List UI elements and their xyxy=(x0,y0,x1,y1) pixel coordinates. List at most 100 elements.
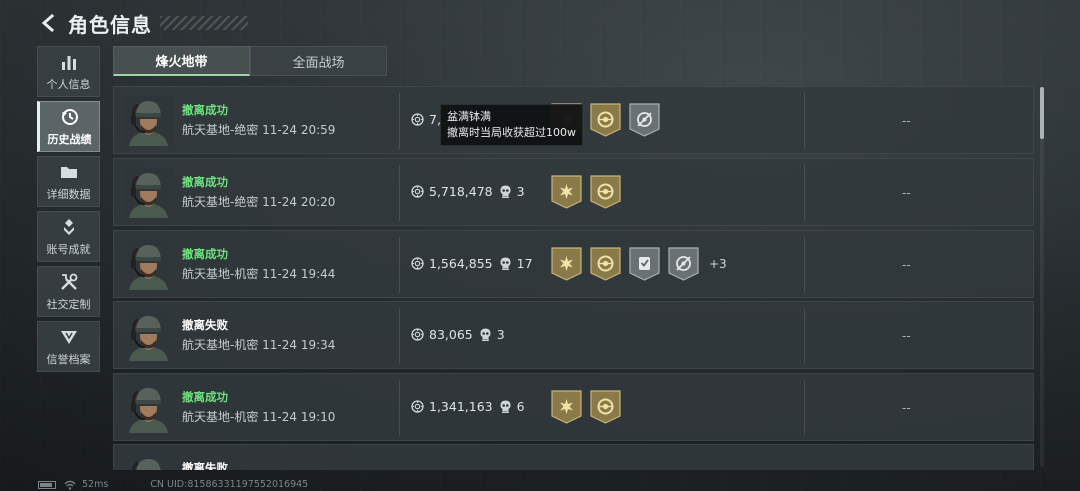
match-result: 撤离成功 xyxy=(182,103,228,117)
medal-icon xyxy=(59,217,79,237)
achievement-badges xyxy=(551,390,629,424)
column-divider xyxy=(399,380,400,436)
match-location-time: 航天基地-机密 11-24 19:10 xyxy=(182,410,336,424)
column-divider xyxy=(804,93,805,149)
gold-circle-badge-icon[interactable] xyxy=(590,390,621,424)
kills-group: 6 xyxy=(500,399,525,414)
tooltip-title: 盆满钵满 xyxy=(447,110,491,123)
match-result: 撤离成功 xyxy=(182,390,228,404)
loot-value: 5,718,478 xyxy=(429,184,493,199)
skull-icon xyxy=(480,328,491,341)
loot-value-group: 5,718,478 3 xyxy=(411,184,525,199)
match-result: 撤离成功 xyxy=(182,175,228,189)
match-result: 撤离失败 xyxy=(182,461,228,470)
match-row[interactable]: 撤离失败 航天基地-机密 11-24 19:34 83,065 3 -- xyxy=(113,301,1034,369)
mode-tabs: 烽火地带 全面战场 xyxy=(113,46,387,76)
operator-avatar xyxy=(123,95,174,146)
kill-count: 17 xyxy=(516,256,533,271)
title-decoration xyxy=(160,16,248,30)
history-clock-icon xyxy=(60,107,80,127)
operator-avatar xyxy=(123,310,174,361)
column-divider xyxy=(399,308,400,364)
sidebar-item-label: 详细数据 xyxy=(46,187,91,201)
loot-value-group: 83,065 3 xyxy=(411,327,505,342)
gold-circle-badge-icon[interactable] xyxy=(590,175,621,209)
shield-emblem-icon xyxy=(59,327,79,347)
sidebar-item-label: 社交定制 xyxy=(46,297,91,311)
column-divider xyxy=(804,165,805,221)
gold-circle-badge-icon[interactable] xyxy=(590,247,621,281)
sidebar-item-history[interactable]: 历史战绩 xyxy=(37,101,100,152)
sidebar-item-label: 账号成就 xyxy=(46,242,91,256)
sidebar: 个人信息 历史战绩 详细数据 账号成就 社交定制 信誉档案 xyxy=(37,46,100,376)
sidebar-item-label: 个人信息 xyxy=(46,77,91,91)
gold-circle-badge-icon[interactable] xyxy=(590,103,621,137)
column-divider xyxy=(804,380,805,436)
placeholder-dash: -- xyxy=(902,186,911,200)
more-badges-count[interactable]: +3 xyxy=(709,257,727,271)
tooltip-description: 撤离时当局收获超过100w xyxy=(447,126,576,139)
column-divider xyxy=(399,237,400,293)
bar-chart-icon xyxy=(59,52,79,72)
sidebar-item-reputation[interactable]: 信誉档案 xyxy=(37,321,100,372)
tools-icon xyxy=(59,272,79,292)
match-location-time: 航天基地-机密 11-24 19:34 xyxy=(182,338,336,352)
coin-icon xyxy=(411,328,424,341)
gold-sun-badge-icon[interactable] xyxy=(551,247,582,281)
wifi-icon xyxy=(64,480,76,490)
match-row[interactable]: 撤离成功 航天基地-机密 11-24 19:10 1,341,163 6 -- xyxy=(113,373,1034,441)
battery-icon xyxy=(38,480,56,489)
gold-sun-badge-icon[interactable] xyxy=(551,175,582,209)
match-row[interactable]: 撤离成功 航天基地-绝密 11-24 20:20 5,718,478 3 -- xyxy=(113,158,1034,226)
placeholder-dash: -- xyxy=(902,329,911,343)
kills-group: 17 xyxy=(500,256,533,271)
gray-target-badge-icon[interactable] xyxy=(668,247,699,281)
placeholder-dash: -- xyxy=(902,114,911,128)
tab-full-battlefield[interactable]: 全面战场 xyxy=(250,46,387,76)
match-location-time: 航天基地-机密 11-24 19:44 xyxy=(182,267,336,281)
match-location-time: 航天基地-绝密 11-24 20:59 xyxy=(182,123,336,137)
kills-group: 3 xyxy=(500,184,525,199)
folder-icon xyxy=(59,162,79,182)
page-header: 角色信息 xyxy=(38,10,248,37)
scrollbar[interactable] xyxy=(1040,87,1044,467)
status-footer: 52ms CN UID:8158633119​7552016945 xyxy=(38,478,308,491)
loot-value-group: 1,564,855 17 xyxy=(411,256,533,271)
back-button[interactable] xyxy=(38,12,60,34)
coin-icon xyxy=(411,185,424,198)
placeholder-dash: -- xyxy=(902,401,911,415)
tab-hazard-zone[interactable]: 烽火地带 xyxy=(113,46,250,76)
match-row[interactable]: 撤离成功 航天基地-机密 11-24 19:44 1,564,855 17 -- xyxy=(113,230,1034,298)
column-divider xyxy=(804,237,805,293)
scrollbar-thumb[interactable] xyxy=(1040,87,1044,139)
gray-target-badge-icon[interactable] xyxy=(629,103,660,137)
match-result: 撤离成功 xyxy=(182,247,228,261)
column-divider xyxy=(804,308,805,364)
loot-value: 83,065 xyxy=(429,327,473,342)
skull-icon xyxy=(500,257,511,270)
uid-readout: CN UID:8158633119​7552016945 xyxy=(150,479,309,490)
operator-avatar xyxy=(123,167,174,218)
placeholder-dash: -- xyxy=(902,258,911,272)
sidebar-item-details[interactable]: 详细数据 xyxy=(37,156,100,207)
achievement-badges: +3 xyxy=(551,247,727,281)
kill-count: 3 xyxy=(516,184,525,199)
sidebar-item-social[interactable]: 社交定制 xyxy=(37,266,100,317)
sidebar-item-achievements[interactable]: 账号成就 xyxy=(37,211,100,262)
ping-readout: 52ms xyxy=(82,479,109,490)
sidebar-item-profile[interactable]: 个人信息 xyxy=(37,46,100,97)
skull-icon xyxy=(500,400,511,413)
operator-avatar xyxy=(123,382,174,433)
page-title: 角色信息 xyxy=(68,12,152,37)
coin-icon xyxy=(411,257,424,270)
gray-shield-badge-icon[interactable] xyxy=(629,247,660,281)
kill-count: 3 xyxy=(496,327,505,342)
chevron-left-icon xyxy=(41,14,55,32)
gold-sun-badge-icon[interactable] xyxy=(551,390,582,424)
sidebar-item-label: 历史战绩 xyxy=(47,132,92,146)
match-row[interactable]: 撤离失败 xyxy=(113,444,1034,470)
column-divider xyxy=(399,93,400,149)
kill-count: 6 xyxy=(516,399,525,414)
coin-icon xyxy=(411,400,424,413)
match-result: 撤离失败 xyxy=(182,318,228,332)
